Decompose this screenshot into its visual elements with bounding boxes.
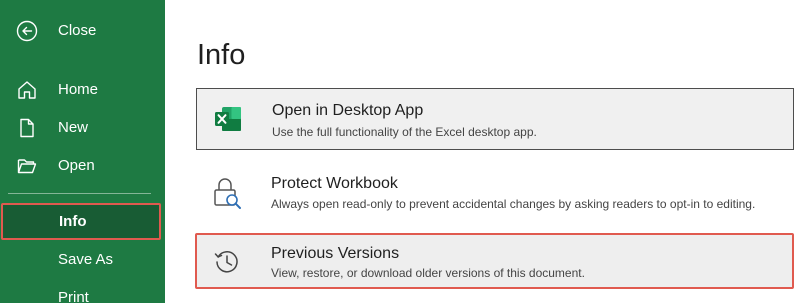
previous-versions-button[interactable]: Previous Versions View, restore, or down…	[195, 233, 794, 289]
back-arrow-icon	[14, 18, 40, 44]
sidebar-item-label: Open	[58, 157, 95, 174]
close-button[interactable]: Close	[0, 13, 165, 49]
sidebar-item-print[interactable]: Print	[0, 280, 165, 303]
sidebar-item-info[interactable]: Info	[1, 203, 161, 240]
card-description: View, restore, or download older version…	[271, 266, 585, 280]
excel-icon	[211, 102, 245, 136]
close-label: Close	[58, 22, 97, 39]
protect-workbook-button[interactable]: Protect Workbook Always open read-only t…	[196, 165, 794, 225]
sidebar-item-open[interactable]: Open	[0, 148, 165, 184]
card-title: Open in Desktop App	[272, 102, 424, 119]
sidebar-item-label: Print	[58, 289, 89, 303]
open-in-desktop-app-button[interactable]: Open in Desktop App Use the full functio…	[196, 88, 794, 150]
home-icon	[14, 77, 40, 103]
sidebar-item-label: Info	[59, 212, 87, 230]
sidebar-item-new[interactable]: New	[0, 110, 165, 146]
lock-search-icon	[210, 176, 244, 210]
backstage-sidebar: Close Home New Open Info Save As Print	[0, 0, 165, 303]
sidebar-item-home[interactable]: Home	[0, 72, 165, 108]
sidebar-divider	[8, 193, 151, 194]
card-title: Previous Versions	[271, 245, 400, 262]
sidebar-item-label: Save As	[58, 251, 114, 268]
sidebar-item-save-as[interactable]: Save As	[0, 242, 165, 278]
card-description: Always open read-only to prevent acciden…	[271, 197, 756, 211]
new-document-icon	[14, 115, 40, 141]
page-title: Info	[197, 39, 246, 71]
folder-icon	[14, 153, 40, 179]
card-description: Use the full functionality of the Excel …	[272, 125, 537, 139]
sidebar-item-label: Home	[58, 81, 99, 98]
card-title: Protect Workbook	[271, 175, 398, 192]
history-icon	[210, 245, 244, 279]
sidebar-item-label: New	[58, 119, 89, 136]
